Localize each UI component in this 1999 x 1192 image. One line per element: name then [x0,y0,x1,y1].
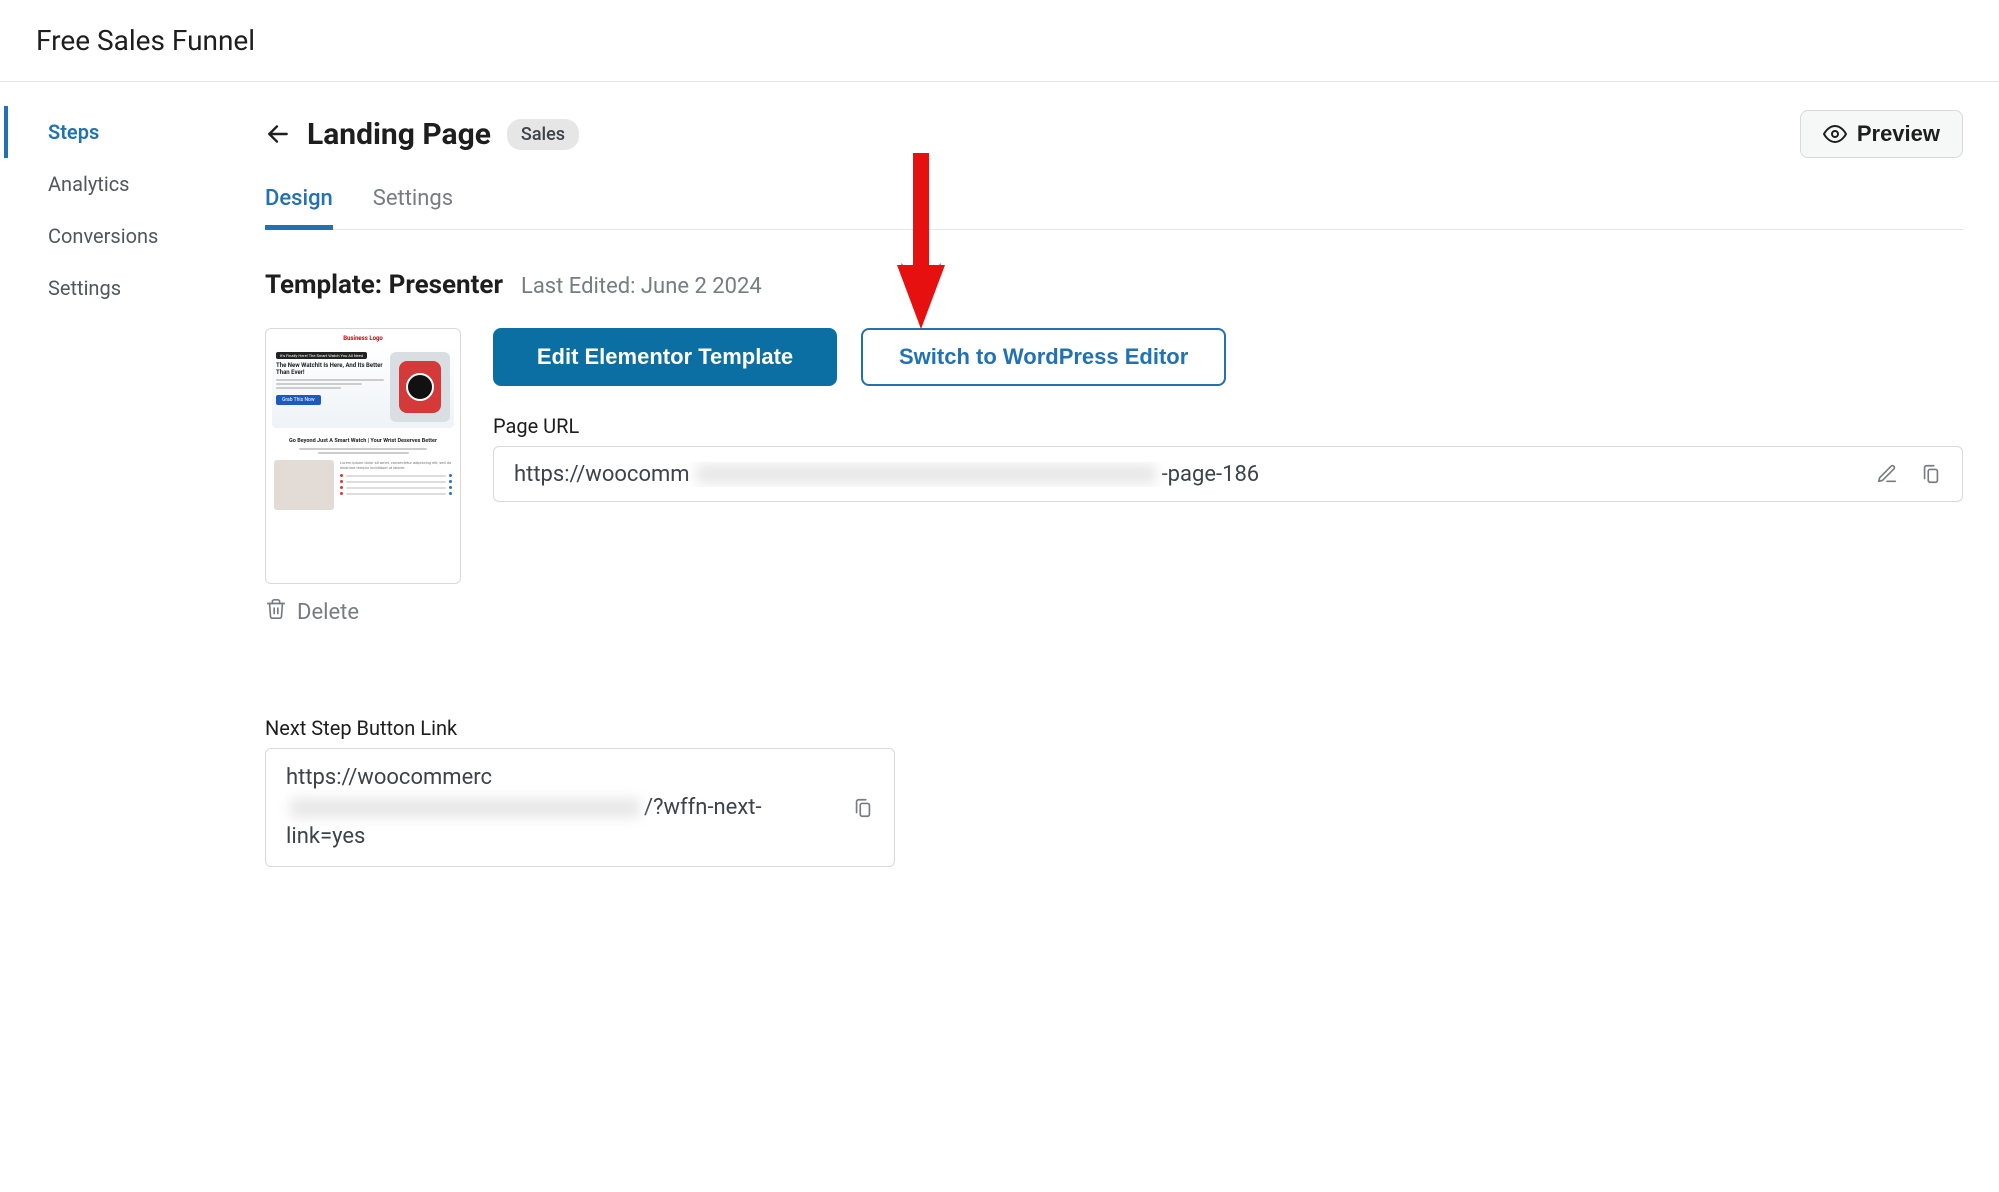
thumb-cta: Grab This Now [276,395,321,405]
next-step-url-prefix: https://woocommerc [286,765,492,790]
sidebar: Steps Analytics Conversions Settings [0,82,245,907]
back-arrow-icon[interactable] [265,121,291,147]
page-url-suffix: -page-186 [1162,462,1260,487]
page-title: Landing Page [307,117,491,152]
preview-label: Preview [1857,121,1940,147]
sidebar-item-label: Analytics [48,172,130,196]
funnel-title: Free Sales Funnel [36,24,1963,57]
preview-button[interactable]: Preview [1800,110,1963,158]
page-url-prefix: https://woocomm [514,462,690,487]
thumb-pill: It's Finally Here! The Smart Watch You A… [276,352,367,359]
tab-design[interactable]: Design [265,186,333,230]
thumb-subheading: Go Beyond Just A Smart Watch | Your Wris… [278,438,448,444]
red-arrow-annotation [893,153,949,337]
sidebar-item-conversions[interactable]: Conversions [4,210,245,262]
thumb-hero-title: The New WatchIt Is Here, And Its Better … [276,362,384,376]
page-url-redacted [696,464,1156,484]
button-label: Switch to WordPress Editor [899,344,1188,369]
delete-button[interactable]: Delete [265,598,461,626]
next-step-label: Next Step Button Link [265,716,895,740]
sidebar-item-label: Conversions [48,224,158,248]
copy-url-button[interactable] [1920,461,1942,487]
tab-label: Settings [373,186,453,211]
tab-label: Design [265,186,333,211]
thumb-watch-image [390,352,450,422]
sidebar-item-analytics[interactable]: Analytics [4,158,245,210]
next-step-url-redacted [290,798,640,818]
thumb-lorem: Lorem ipsum dolor sit amet, consectetur … [340,460,452,470]
sidebar-item-settings[interactable]: Settings [4,262,245,314]
sidebar-item-steps[interactable]: Steps [4,106,245,158]
thumb-image [274,460,334,510]
sidebar-item-label: Steps [48,120,99,144]
tab-settings[interactable]: Settings [373,186,453,230]
template-thumbnail[interactable]: Business Logo It's Finally Here! The Sma… [265,328,461,584]
last-edited-prefix: Last Edited: [521,274,641,299]
eye-icon [1823,122,1847,146]
copy-next-step-button[interactable] [852,795,874,821]
page-url-label: Page URL [493,414,1963,438]
page-type-badge: Sales [507,119,579,150]
template-label-prefix: Template: [265,270,389,300]
last-edited-value: June 2 2024 [641,274,762,299]
main-content: Landing Page Sales Preview Design Settin… [245,82,1999,907]
switch-wordpress-editor-button[interactable]: Switch to WordPress Editor [861,328,1226,386]
sidebar-item-label: Settings [48,276,121,300]
template-info: Template: Presenter Last Edited: June 2 … [265,270,1963,300]
top-header: Free Sales Funnel [0,0,1999,82]
tabs: Design Settings [265,186,1963,230]
button-label: Edit Elementor Template [537,344,793,369]
edit-url-button[interactable] [1876,461,1898,487]
next-step-url-field: https://woocommerc/?wffn-next-link=yes [265,748,895,867]
delete-label: Delete [297,600,359,625]
page-url-field: https://woocomm -page-186 [493,446,1963,502]
template-name: Presenter [389,270,503,300]
thumb-logo: Business Logo [272,335,454,342]
trash-icon [265,598,287,626]
edit-elementor-template-button[interactable]: Edit Elementor Template [493,328,837,386]
